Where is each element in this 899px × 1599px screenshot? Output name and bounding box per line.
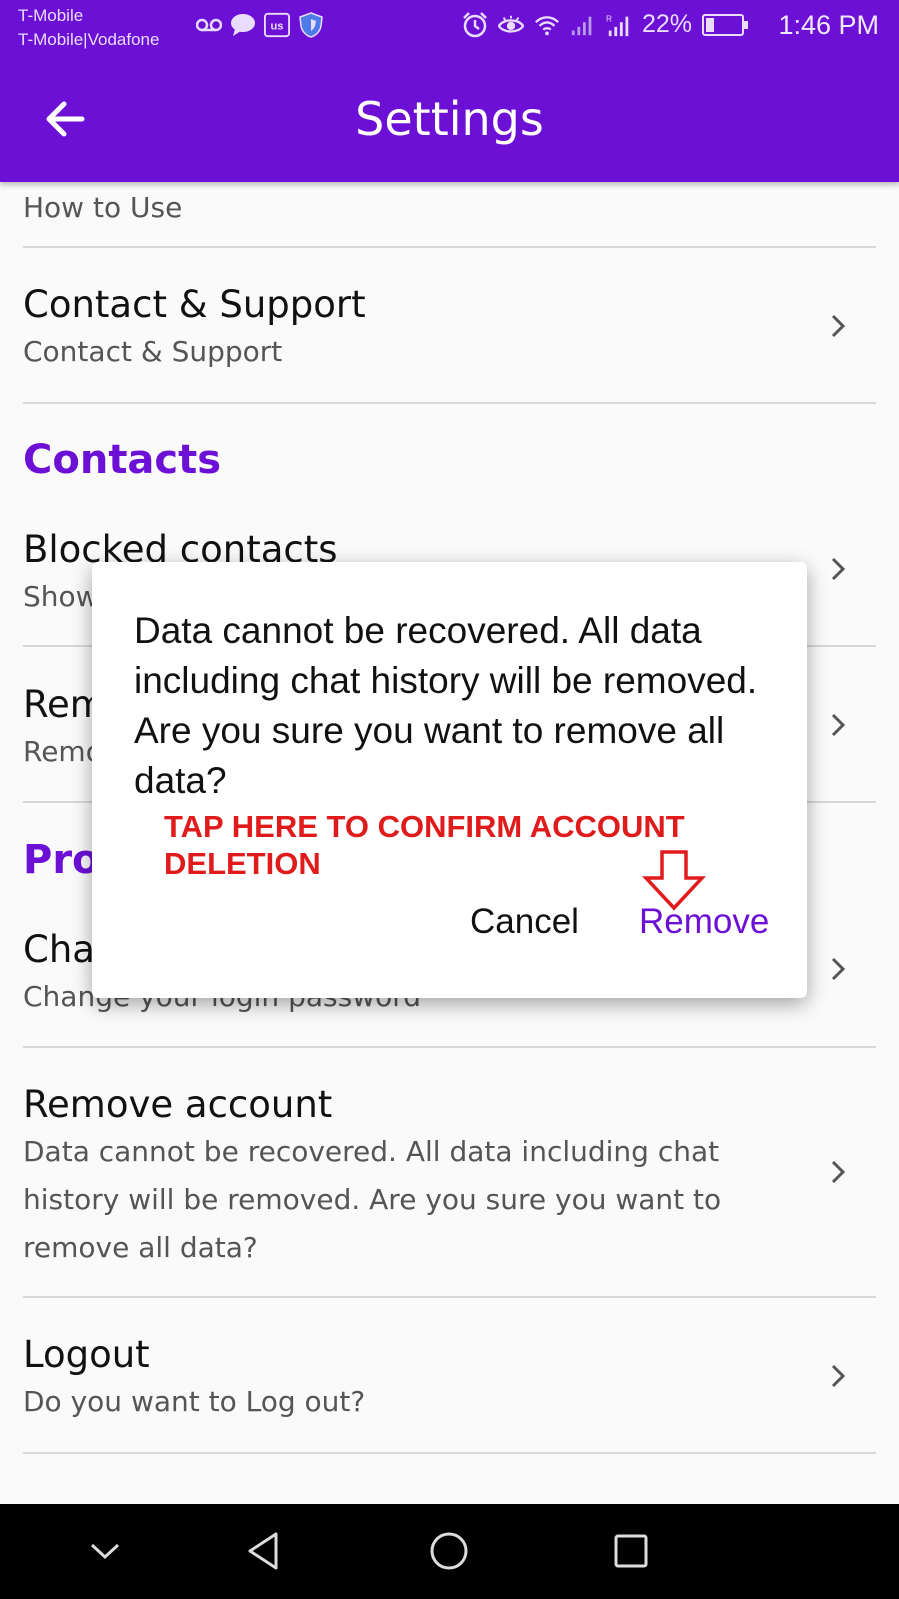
shield-icon xyxy=(298,12,324,38)
dialog-message: Data cannot be recovered. All data inclu… xyxy=(134,610,758,801)
cancel-button[interactable]: Cancel xyxy=(470,902,579,942)
chevron-right-icon xyxy=(831,314,846,338)
chat-bubble-icon xyxy=(230,12,256,38)
chevron-right-icon xyxy=(831,557,846,581)
divider xyxy=(23,1296,876,1298)
divider xyxy=(23,402,876,404)
eye-icon xyxy=(498,12,524,38)
chevron-right-icon xyxy=(831,1364,846,1388)
clock: 1:46 PM xyxy=(778,10,879,40)
home-circle-icon[interactable] xyxy=(424,1526,474,1576)
alarm-icon xyxy=(462,11,488,38)
carrier-name: T-Mobile xyxy=(18,6,84,25)
signal-icon xyxy=(570,12,596,38)
settings-item-contact-support[interactable]: Contact & Support Contact & Support xyxy=(23,282,876,392)
back-triangle-icon[interactable] xyxy=(240,1526,290,1576)
logout-subtitle: Do you want to Log out? xyxy=(23,1385,366,1418)
us-app-icon: us xyxy=(264,12,290,38)
divider xyxy=(23,246,876,248)
settings-item-logout[interactable]: Logout Do you want to Log out? xyxy=(23,1332,876,1432)
how-to-use-label: How to Use xyxy=(23,191,183,224)
recents-square-icon[interactable] xyxy=(606,1526,656,1576)
remove-button[interactable]: Remove xyxy=(639,902,769,942)
chevron-right-icon xyxy=(831,713,846,737)
divider xyxy=(23,1046,876,1048)
svg-text:R: R xyxy=(606,13,612,23)
contact-support-subtitle: Contact & Support xyxy=(23,335,283,368)
roaming-signal-icon: R xyxy=(606,12,632,38)
notification-icons: us xyxy=(196,12,324,38)
section-header-contacts: Contacts xyxy=(23,437,222,483)
carrier-name-secondary: T-Mobile|Vodafone xyxy=(18,30,160,49)
wifi-icon xyxy=(534,12,560,38)
status-bar: T-Mobile T-Mobile|Vodafone us R 22% 1:46… xyxy=(0,0,899,56)
battery-percentage: 22% xyxy=(642,10,693,38)
chevron-right-icon xyxy=(831,957,846,981)
app-bar: Settings xyxy=(0,56,899,182)
remove-account-title: Remove account xyxy=(23,1083,333,1126)
svg-text:us: us xyxy=(271,21,284,33)
chevron-right-icon xyxy=(831,1160,846,1184)
system-nav-bar xyxy=(0,1504,899,1599)
chevron-down-icon[interactable] xyxy=(80,1526,130,1576)
system-icons: R 22% xyxy=(462,10,749,39)
settings-item-remove-account[interactable]: Remove account Data cannot be recovered.… xyxy=(23,1082,876,1282)
contact-support-title: Contact & Support xyxy=(23,283,366,326)
page-title: Settings xyxy=(355,92,544,146)
divider xyxy=(23,1452,876,1454)
logout-title: Logout xyxy=(23,1333,150,1376)
battery-icon xyxy=(702,13,749,36)
voicemail-icon xyxy=(196,12,222,38)
confirm-remove-dialog: Data cannot be recovered. All data inclu… xyxy=(92,562,807,998)
remove-account-subtitle: Data cannot be recovered. All data inclu… xyxy=(23,1135,722,1264)
settings-item-how-to-use[interactable]: How to Use xyxy=(23,184,876,232)
